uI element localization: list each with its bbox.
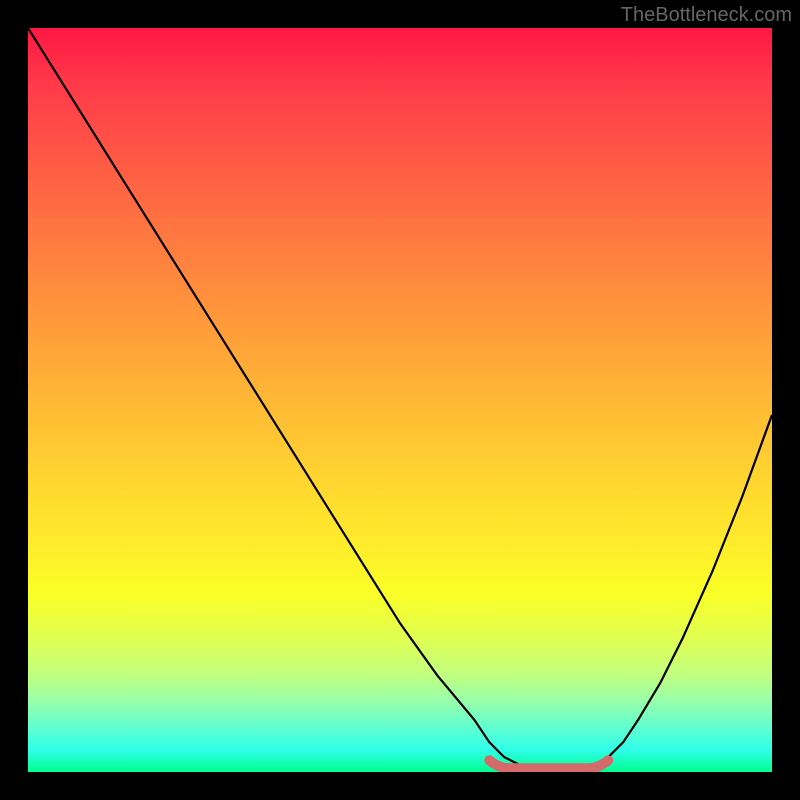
watermark-text: TheBottleneck.com bbox=[621, 4, 792, 27]
bottleneck-curve bbox=[28, 28, 772, 770]
optimal-range-marker bbox=[489, 760, 608, 768]
chart-plot-area bbox=[28, 28, 772, 772]
chart-svg bbox=[28, 28, 772, 772]
